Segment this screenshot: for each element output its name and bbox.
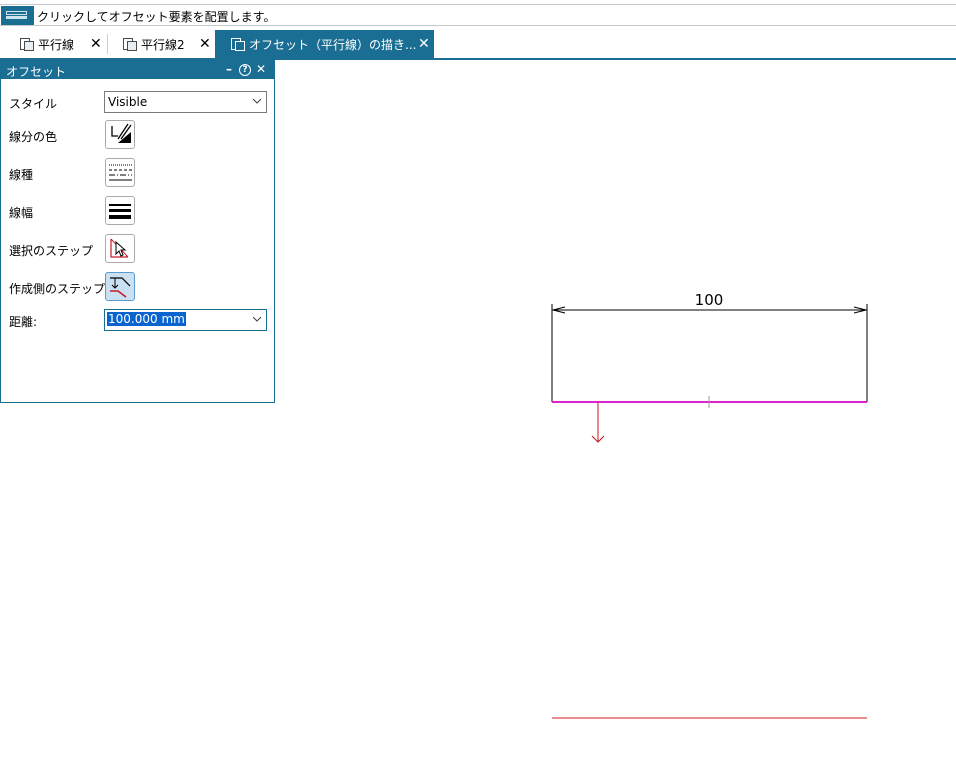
line-color-button[interactable] <box>105 120 135 149</box>
line-color-icon <box>111 123 132 143</box>
line-width-icon <box>109 204 131 219</box>
style-label: スタイル <box>9 97 58 111</box>
line-width-button[interactable] <box>105 196 135 225</box>
document-icon <box>18 36 34 52</box>
select-cursor-icon <box>110 238 129 258</box>
tab-heikousen2[interactable]: 平行線2 ✕ <box>108 30 215 58</box>
prompt-bar: クリックしてオフセット要素を配置します。 <box>0 4 956 26</box>
distance-value: 100.000 mm <box>107 312 186 326</box>
line-type-icon <box>109 164 132 181</box>
document-icon <box>229 36 245 52</box>
line-type-label: 線種 <box>9 168 34 182</box>
line-color-label: 線分の色 <box>9 130 58 144</box>
close-icon[interactable]: ✕ <box>90 36 102 52</box>
line-width-label: 線幅 <box>9 206 34 220</box>
dimension-text: 100 <box>695 291 724 309</box>
offset-panel: オフセット – ? ✕ スタイル Visible 線分の色 線種 線幅 選択のス… <box>0 60 275 403</box>
offset-direction-arrow <box>591 403 605 443</box>
prompt-bar-icon <box>1 6 34 25</box>
help-icon[interactable]: ? <box>239 64 251 76</box>
tab-offset-drawing[interactable]: オフセット（平行線）の描き... ✕ <box>215 30 434 58</box>
create-side-label: 作成側のステップ <box>9 282 106 296</box>
prompt-text: クリックしてオフセット要素を配置します。 <box>37 10 276 24</box>
create-side-step-button[interactable] <box>105 272 135 301</box>
document-icon <box>121 36 137 52</box>
tab-strip: 平行線 ✕ 平行線2 ✕ オフセット（平行線）の描き... ✕ <box>0 30 956 60</box>
close-icon[interactable]: ✕ <box>418 36 430 52</box>
drawing-canvas[interactable]: 100 <box>276 60 956 766</box>
distance-input[interactable]: 100.000 mm <box>104 309 267 331</box>
panel-header: オフセット – ? ✕ <box>1 61 274 79</box>
dimension: 100 <box>551 291 868 314</box>
drawing-svg: 100 <box>551 291 868 719</box>
panel-title: オフセット <box>6 65 67 79</box>
select-step-label: 選択のステップ <box>9 244 94 258</box>
tab-label: 平行線 <box>38 37 75 52</box>
tab-heikousen[interactable]: 平行線 ✕ <box>0 30 107 58</box>
tab-label: オフセット（平行線）の描き... <box>249 37 417 52</box>
minimize-icon[interactable]: – <box>222 62 236 76</box>
tab-label: 平行線2 <box>141 37 185 52</box>
distance-label: 距離: <box>9 315 38 329</box>
line-type-button[interactable] <box>105 158 135 187</box>
select-step-button[interactable] <box>105 234 135 263</box>
style-value: Visible <box>108 95 148 109</box>
close-icon[interactable]: ✕ <box>254 62 268 76</box>
chevron-down-icon <box>253 316 261 322</box>
close-icon[interactable]: ✕ <box>199 36 211 52</box>
chevron-down-icon <box>253 98 261 104</box>
style-dropdown[interactable]: Visible <box>104 91 267 113</box>
create-side-icon <box>110 277 131 298</box>
